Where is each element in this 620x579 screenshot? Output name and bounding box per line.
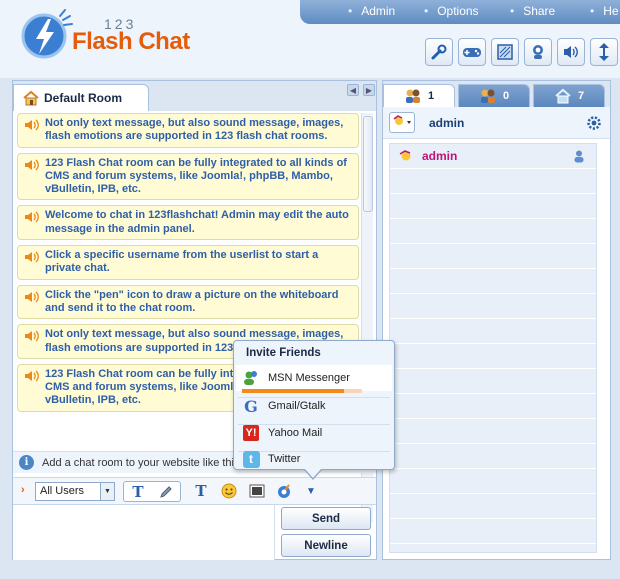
- chevron-down-icon: ▼: [100, 483, 114, 500]
- users-panel: 1 0 7 admin admin: [382, 80, 611, 560]
- room-tab-label: Default Room: [44, 91, 122, 105]
- notice-text: Add a chat room to your website like thi…: [42, 456, 240, 469]
- message-text: Welcome to chat in 123flashchat! Admin m…: [45, 209, 349, 235]
- resize-icon[interactable]: [590, 38, 618, 66]
- invite-msn[interactable]: MSN Messenger: [236, 365, 392, 391]
- invite-twitter-label: Twitter: [268, 453, 301, 465]
- gear-icon[interactable]: [586, 115, 602, 131]
- tab-count: 1: [427, 90, 435, 102]
- invite-icon[interactable]: [275, 481, 295, 501]
- smiley-icon[interactable]: [219, 481, 239, 501]
- current-username: admin: [429, 116, 465, 130]
- message-text: Click the "pen" icon to draw a picture o…: [45, 288, 339, 314]
- speaker-icon: [25, 330, 39, 342]
- invite-title: Invite Friends: [246, 347, 321, 359]
- user-avatar-icon: [399, 150, 411, 161]
- tab-count: 7: [577, 90, 585, 102]
- message-item: 123 Flash Chat room can be fully integra…: [17, 152, 359, 201]
- current-user-row: admin: [383, 107, 610, 139]
- scroll-thumb[interactable]: [363, 116, 373, 212]
- house-icon: [555, 88, 571, 104]
- text-style-icon[interactable]: T: [128, 482, 148, 502]
- input-toolbar: › All Users ▼ T T ▼: [13, 477, 376, 505]
- message-text: Click a specific username from the userl…: [45, 249, 319, 275]
- nav-admin[interactable]: Admin: [348, 4, 395, 18]
- invite-gmail[interactable]: G Gmail/Gtalk: [236, 393, 392, 419]
- send-button[interactable]: Send: [281, 507, 371, 530]
- tab-rooms[interactable]: 7: [533, 84, 605, 107]
- avatar[interactable]: [389, 112, 415, 133]
- popup-tail: [304, 469, 322, 480]
- speaker-icon: [25, 370, 39, 382]
- nav-options[interactable]: Options: [424, 4, 478, 18]
- font-icon[interactable]: T: [191, 481, 211, 501]
- room-prev-button[interactable]: ◀: [347, 84, 359, 96]
- user-row[interactable]: admin: [390, 144, 596, 168]
- twitter-icon: t: [242, 450, 260, 468]
- message-item: Click the "pen" icon to draw a picture o…: [17, 284, 359, 320]
- users-icon: [480, 89, 495, 103]
- room-next-button[interactable]: ▶: [363, 84, 375, 96]
- logo: 123 Flash Chat: [18, 6, 193, 68]
- speaker-icon: [25, 119, 39, 131]
- tab-room-users[interactable]: 1: [383, 84, 455, 107]
- house-icon: [23, 90, 39, 106]
- nav-share[interactable]: Share: [510, 4, 555, 18]
- message-text: Not only text message, but also sound me…: [45, 117, 344, 143]
- window-icon[interactable]: [491, 38, 519, 66]
- more-dropdown-icon[interactable]: ▼: [301, 481, 321, 501]
- top-nav: Admin Options Share He: [300, 0, 620, 24]
- message-item: Welcome to chat in 123flashchat! Admin m…: [17, 205, 359, 241]
- users-icon: [405, 89, 420, 103]
- message-item: Not only text message, but also sound me…: [17, 113, 359, 148]
- message-text: 123 Flash Chat room can be fully integra…: [45, 156, 347, 196]
- invite-friends-popup: Invite Friends MSN Messenger G Gmail/Gta…: [233, 340, 395, 480]
- newline-button[interactable]: Newline: [281, 534, 371, 557]
- pen-icon[interactable]: [156, 482, 176, 502]
- speaker-icon[interactable]: [557, 38, 585, 66]
- user-status-icon: [574, 150, 584, 163]
- format-group: T: [123, 481, 181, 502]
- tab-friends[interactable]: 0: [458, 84, 530, 107]
- user-list: admin: [389, 143, 597, 553]
- invite-yahoo-label: Yahoo Mail: [268, 427, 323, 439]
- info-icon: i: [19, 455, 34, 470]
- invite-gmail-label: Gmail/Gtalk: [268, 400, 326, 412]
- avatar-icon[interactable]: [524, 38, 552, 66]
- speaker-icon: [25, 251, 39, 263]
- speaker-icon: [25, 212, 39, 223]
- speaker-icon: [25, 291, 39, 303]
- logo-bubble-icon: [21, 9, 73, 59]
- tab-default-room[interactable]: Default Room: [13, 84, 149, 111]
- room-tabbar: Default Room ◀ ▶: [13, 81, 376, 111]
- logo-name: Flash Chat: [72, 28, 190, 55]
- user-name: admin: [422, 149, 458, 163]
- chat-panel: Default Room ◀ ▶ Not only text message, …: [12, 80, 377, 560]
- yahoo-icon: Y!: [242, 424, 260, 442]
- recipient-value: All Users: [40, 485, 85, 497]
- msn-icon: [242, 369, 260, 387]
- invite-msn-label: MSN Messenger: [268, 372, 350, 384]
- message-item: Click a specific username from the userl…: [17, 245, 359, 280]
- tab-count: 0: [502, 90, 510, 102]
- recipient-select[interactable]: All Users ▼: [35, 482, 115, 501]
- arrow-right-icon: ›: [21, 484, 25, 496]
- image-icon[interactable]: [247, 481, 267, 501]
- gamepad-icon[interactable]: [458, 38, 486, 66]
- message-input[interactable]: [13, 505, 275, 560]
- app-header: 123 Flash Chat Admin Options Share He: [0, 0, 620, 78]
- google-icon: G: [244, 396, 258, 416]
- invite-yahoo[interactable]: Y! Yahoo Mail: [236, 420, 392, 446]
- speaker-icon: [25, 159, 39, 171]
- wrench-icon[interactable]: [425, 38, 453, 66]
- toolbar-icons: [425, 38, 620, 66]
- nav-help[interactable]: He: [590, 4, 618, 18]
- user-tabbar: 1 0 7: [383, 81, 610, 107]
